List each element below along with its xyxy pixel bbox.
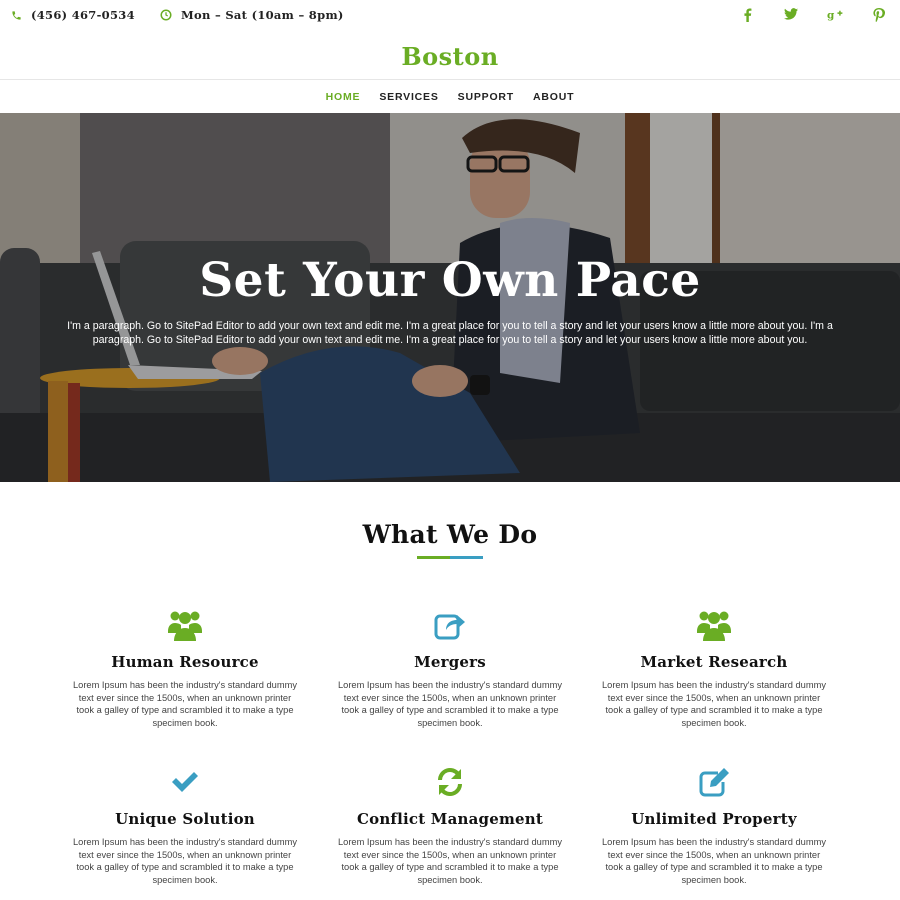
service-description: Lorem Ipsum has been the industry's stan… [338,680,562,729]
service-card-mergers: Mergers Lorem Ipsum has been the industr… [335,607,565,730]
service-title: Unique Solution [115,810,255,828]
opening-hours: Mon – Sat (10am – 8pm) [160,8,344,22]
service-card-human-resource: Human Resource Lorem Ipsum has been the … [70,607,300,730]
edit-icon [599,764,829,800]
service-title: Unlimited Property [631,810,797,828]
main-nav: HOME SERVICES SUPPORT ABOUT [0,79,900,113]
section-title: What We Do [362,520,538,549]
google-plus-icon[interactable]: g [826,8,844,26]
service-description: Lorem Ipsum has been the industry's stan… [73,837,297,886]
service-card-unique-solution: Unique Solution Lorem Ipsum has been the… [70,764,300,887]
service-card-market-research: Market Research Lorem Ipsum has been the… [599,607,829,730]
users-icon [70,607,300,643]
checkmark-icon [70,764,300,800]
hero-paragraph: I'm a paragraph. Go to SitePad Editor to… [67,320,833,346]
refresh-icon [335,764,565,800]
service-description: Lorem Ipsum has been the industry's stan… [338,837,562,886]
clock-icon [160,9,172,21]
svg-text:g: g [827,10,835,22]
hero-title: Set Your Own Pace [199,253,701,308]
nav-about[interactable]: ABOUT [533,91,574,103]
service-description: Lorem Ipsum has been the industry's stan… [602,837,826,886]
top-bar: (456) 467-0534 Mon – Sat (10am – 8pm) g [0,0,900,34]
phone-icon [11,10,22,21]
hero-banner: Set Your Own Pace I'm a paragraph. Go to… [0,113,900,482]
service-title: Human Resource [111,653,259,671]
title-underline [417,556,483,559]
service-description: Lorem Ipsum has been the industry's stan… [602,680,826,729]
service-title: Mergers [414,653,486,671]
share-icon [335,607,565,643]
service-title: Conflict Management [356,810,543,828]
service-card-conflict-management: Conflict Management Lorem Ipsum has been… [335,764,565,887]
phone-number[interactable]: (456) 467-0534 [31,8,135,22]
service-title: Market Research [640,653,788,671]
social-links: g [738,8,888,26]
pinterest-icon[interactable] [870,8,888,26]
nav-home[interactable]: HOME [326,91,361,103]
nav-support[interactable]: SUPPORT [458,91,514,103]
facebook-icon[interactable] [738,8,756,26]
twitter-icon[interactable] [782,8,800,26]
service-card-unlimited-property: Unlimited Property Lorem Ipsum has been … [599,764,829,887]
phone-contact: (456) 467-0534 [11,8,135,22]
hours-text: Mon – Sat (10am – 8pm) [181,8,344,22]
users-icon [599,607,829,643]
service-description: Lorem Ipsum has been the industry's stan… [73,680,297,729]
nav-services[interactable]: SERVICES [379,91,438,103]
site-logo[interactable]: Boston [0,42,900,71]
